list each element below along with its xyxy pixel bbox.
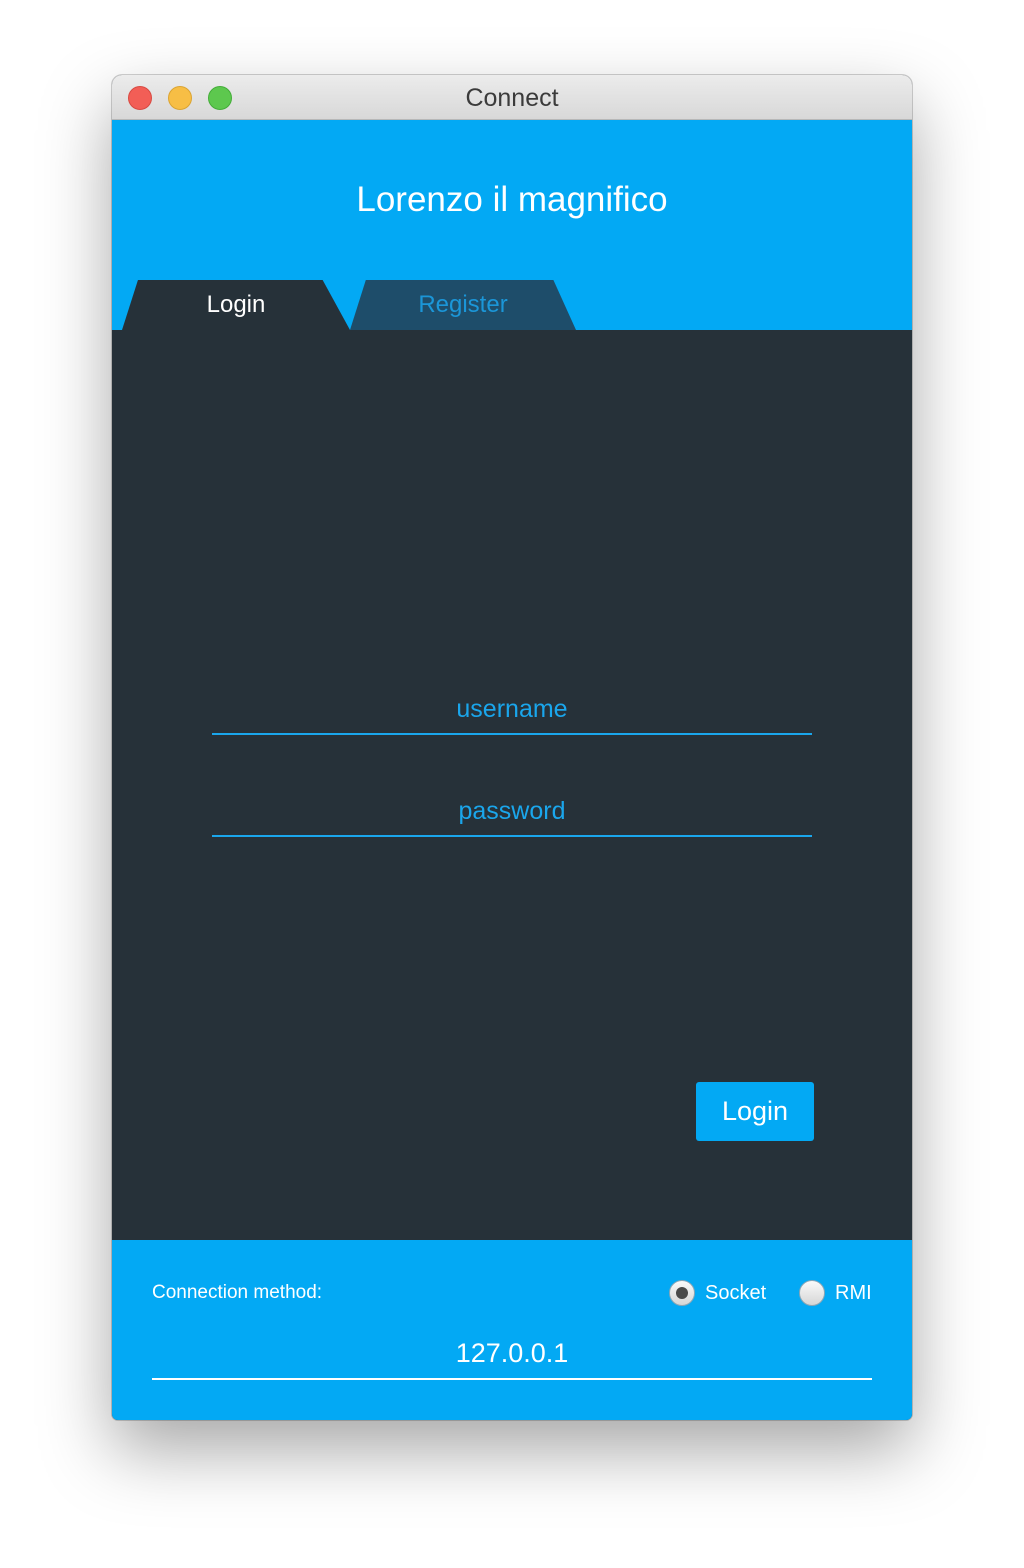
rmi-radio-label: RMI bbox=[835, 1281, 872, 1304]
rmi-radio-circle[interactable] bbox=[799, 1280, 825, 1306]
rmi-radio[interactable]: RMI bbox=[799, 1280, 872, 1306]
socket-radio-circle[interactable] bbox=[669, 1280, 695, 1306]
app-title: Lorenzo il magnifico bbox=[356, 180, 668, 219]
server-address-field bbox=[152, 1328, 872, 1380]
minimize-window-button[interactable] bbox=[168, 86, 192, 110]
username-field bbox=[212, 685, 812, 735]
close-window-button[interactable] bbox=[128, 86, 152, 110]
connection-footer: Connection method: Socket RMI bbox=[112, 1240, 912, 1420]
socket-radio-label: Socket bbox=[705, 1281, 767, 1304]
radio-selected-dot bbox=[676, 1287, 688, 1299]
login-button[interactable]: Login bbox=[696, 1082, 814, 1141]
window-title: Connect bbox=[465, 84, 559, 112]
app-header: Lorenzo il magnifico Login Register bbox=[112, 120, 912, 330]
server-address-input[interactable] bbox=[152, 1328, 872, 1378]
connection-method-label: Connection method: bbox=[152, 1282, 323, 1303]
login-panel: Login bbox=[112, 330, 912, 1240]
connect-window: Connect Lorenzo il magnifico Login Regis… bbox=[112, 75, 912, 1420]
maximize-window-button[interactable] bbox=[208, 86, 232, 110]
password-input[interactable] bbox=[212, 787, 812, 835]
tab-register[interactable]: Register bbox=[350, 280, 576, 330]
password-field bbox=[212, 787, 812, 837]
title-bar[interactable]: Connect bbox=[112, 75, 912, 120]
username-input[interactable] bbox=[212, 685, 812, 733]
socket-radio[interactable]: Socket bbox=[669, 1280, 766, 1306]
tab-login[interactable]: Login bbox=[122, 280, 350, 330]
